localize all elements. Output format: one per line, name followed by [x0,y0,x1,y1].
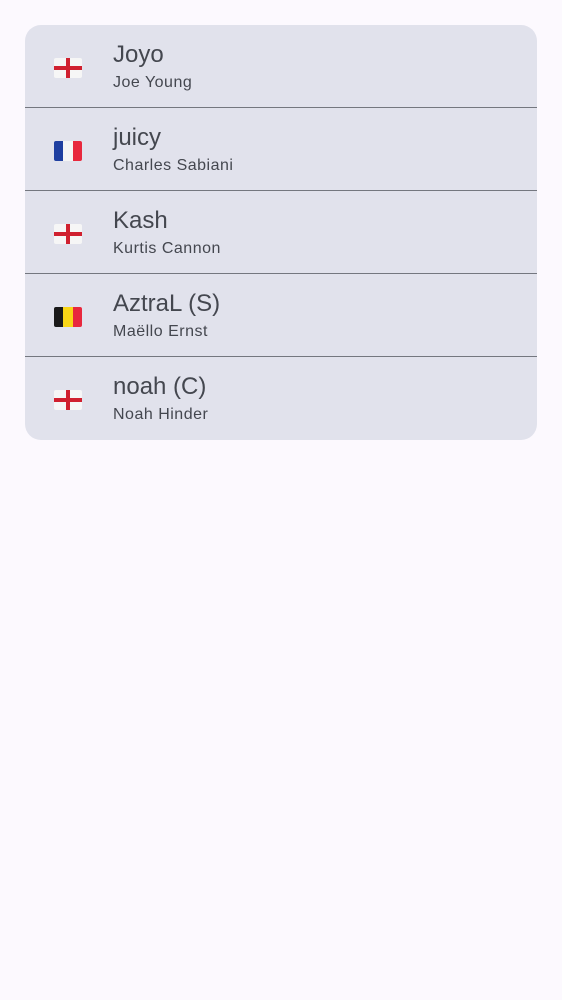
france-flag-icon [54,141,82,161]
player-tag: juicy [113,124,162,151]
player-tag: Joyo [113,41,164,68]
belgium-flag-icon [54,307,82,327]
list-item[interactable]: AztraL (S) Maëllo Ernst [25,274,537,357]
player-name: Maëllo Ernst [113,323,208,340]
list-item[interactable]: Joyo Joe Young [25,25,537,108]
list-item[interactable]: Kash Kurtis Cannon [25,191,537,274]
player-name: Joe Young [113,74,193,91]
england-flag-icon [54,224,82,244]
player-name: Kurtis Cannon [113,240,221,257]
list-item[interactable]: noah (C) Noah Hinder [25,357,537,439]
player-tag: Kash [113,207,168,234]
list-item[interactable]: juicy Charles Sabiani [25,108,537,191]
player-list: Joyo Joe Young juicy Charles Sabiani Kash K… [25,25,537,440]
england-flag-icon [54,58,82,78]
player-name: Noah Hinder [113,406,209,423]
england-flag-icon [54,390,82,410]
player-tag: AztraL (S) [113,290,221,317]
player-name: Charles Sabiani [113,157,234,174]
player-tag: noah (C) [113,373,207,400]
